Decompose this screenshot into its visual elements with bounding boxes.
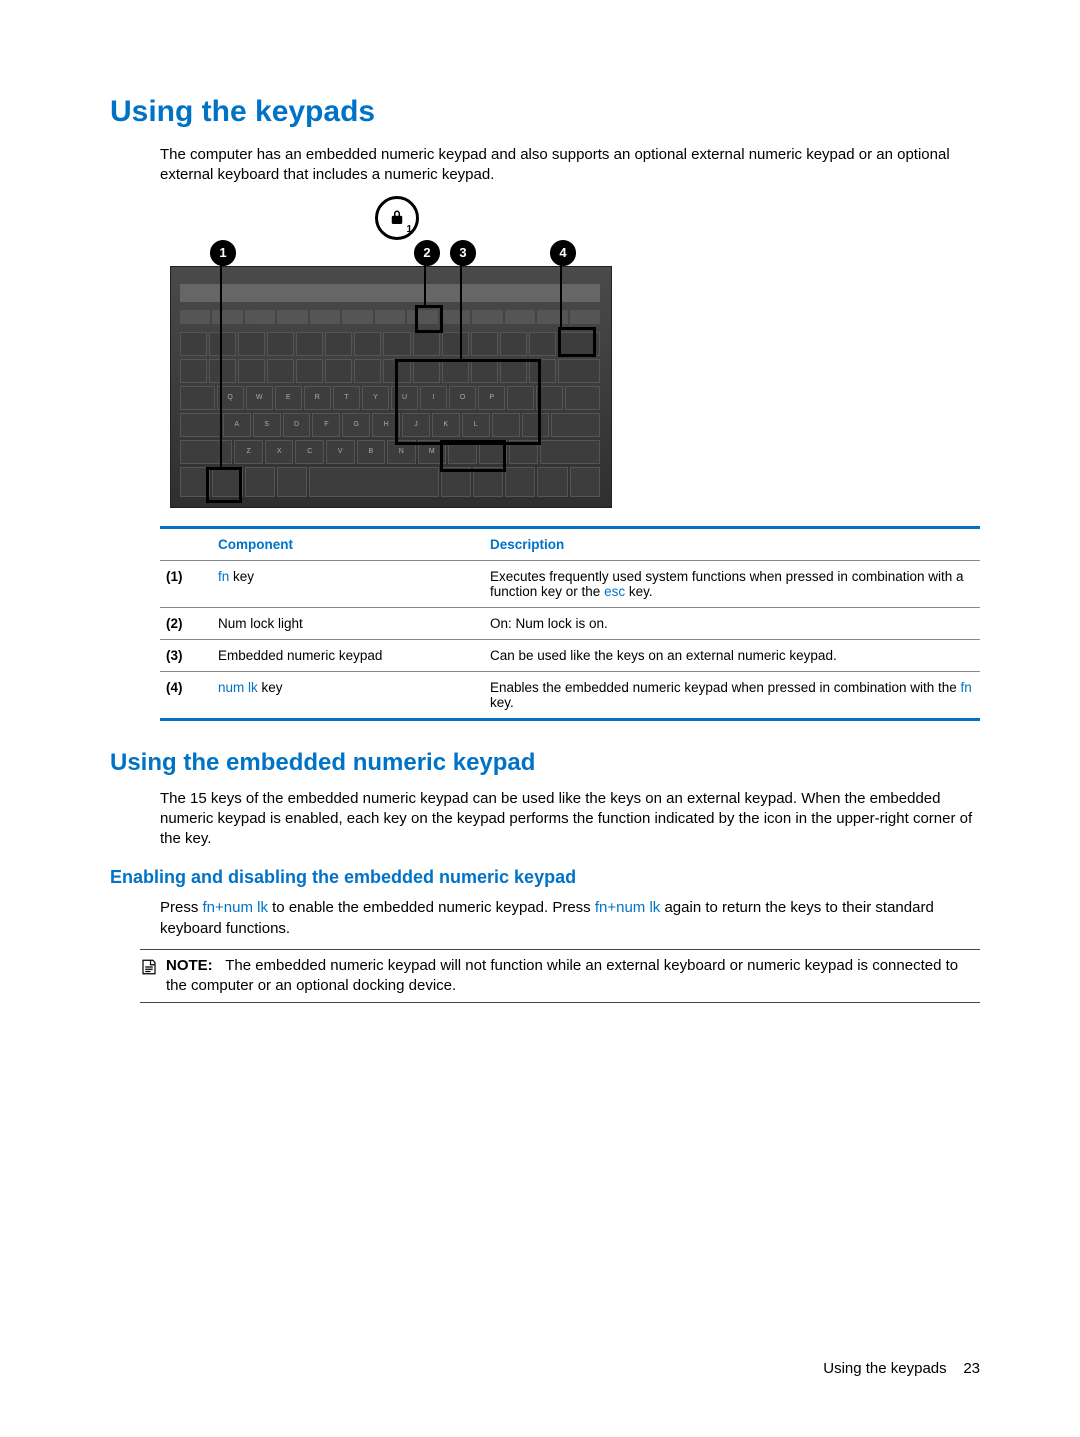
- note-block: NOTE: The embedded numeric keypad will n…: [140, 949, 980, 1004]
- note-label: NOTE:: [166, 957, 213, 974]
- callout-4-line: [560, 262, 562, 328]
- page-footer: Using the keypads 23: [823, 1360, 980, 1377]
- row-num: (4): [160, 671, 212, 719]
- row-description: On: Num lock is on.: [484, 607, 980, 639]
- callout-2-line: [424, 262, 426, 307]
- row-description: Enables the embedded numeric keypad when…: [484, 671, 980, 719]
- intro-paragraph: The computer has an embedded numeric key…: [160, 145, 980, 186]
- note-text: The embedded numeric keypad will not fun…: [166, 957, 958, 994]
- component-table: Component Description (1) fn key Execute…: [160, 526, 980, 721]
- fn-key-highlight: [206, 467, 242, 503]
- keyboard-row: [180, 332, 600, 356]
- callout-3-line: [460, 262, 462, 360]
- numlock-light-highlight: [415, 305, 443, 333]
- row-description: Executes frequently used system function…: [484, 560, 980, 607]
- callout-1: 1: [210, 240, 236, 266]
- callout-4: 4: [550, 240, 576, 266]
- row-component: fn key: [212, 560, 484, 607]
- keyboard-row: [180, 467, 600, 497]
- footer-text: Using the keypads: [823, 1360, 946, 1377]
- callout-1-line: [220, 262, 222, 467]
- table-row: (1) fn key Executes frequently used syst…: [160, 560, 980, 607]
- keyboard-figure: 1 QWERTYUIOP ASDFGHJKL ZXCVBNM 1 2 3 4: [170, 196, 610, 506]
- row-num: (1): [160, 560, 212, 607]
- callout-2: 2: [414, 240, 440, 266]
- row-component: Num lock light: [212, 607, 484, 639]
- table-row: (3) Embedded numeric keypad Can be used …: [160, 639, 980, 671]
- num-lock-light-icon: 1: [375, 196, 419, 240]
- embedded-paragraph: The 15 keys of the embedded numeric keyp…: [160, 789, 980, 850]
- table-row: (4) num lk key Enables the embedded nume…: [160, 671, 980, 719]
- footer-page-number: 23: [963, 1360, 980, 1377]
- callout-3: 3: [450, 240, 476, 266]
- section-heading-embedded: Using the embedded numeric keypad: [110, 749, 980, 777]
- table-row: (2) Num lock light On: Num lock is on.: [160, 607, 980, 639]
- embedded-keypad-highlight-ext: [440, 440, 506, 472]
- note-icon: [140, 958, 160, 997]
- lock-badge-sub: 1: [406, 224, 412, 235]
- numlk-key-highlight: [558, 327, 596, 357]
- table-header-description: Description: [484, 527, 980, 560]
- embedded-keypad-highlight: [395, 359, 541, 445]
- row-component: num lk key: [212, 671, 484, 719]
- row-description: Can be used like the keys on an external…: [484, 639, 980, 671]
- keyboard-fn-row: [180, 310, 600, 324]
- row-num: (3): [160, 639, 212, 671]
- page-title: Using the keypads: [110, 95, 980, 129]
- enable-paragraph: Press fn+num lk to enable the embedded n…: [160, 898, 980, 939]
- subsection-heading-enable: Enabling and disabling the embedded nume…: [110, 867, 980, 888]
- table-header-component: Component: [212, 527, 484, 560]
- row-component: Embedded numeric keypad: [212, 639, 484, 671]
- row-num: (2): [160, 607, 212, 639]
- keyboard-hinge: [180, 284, 600, 302]
